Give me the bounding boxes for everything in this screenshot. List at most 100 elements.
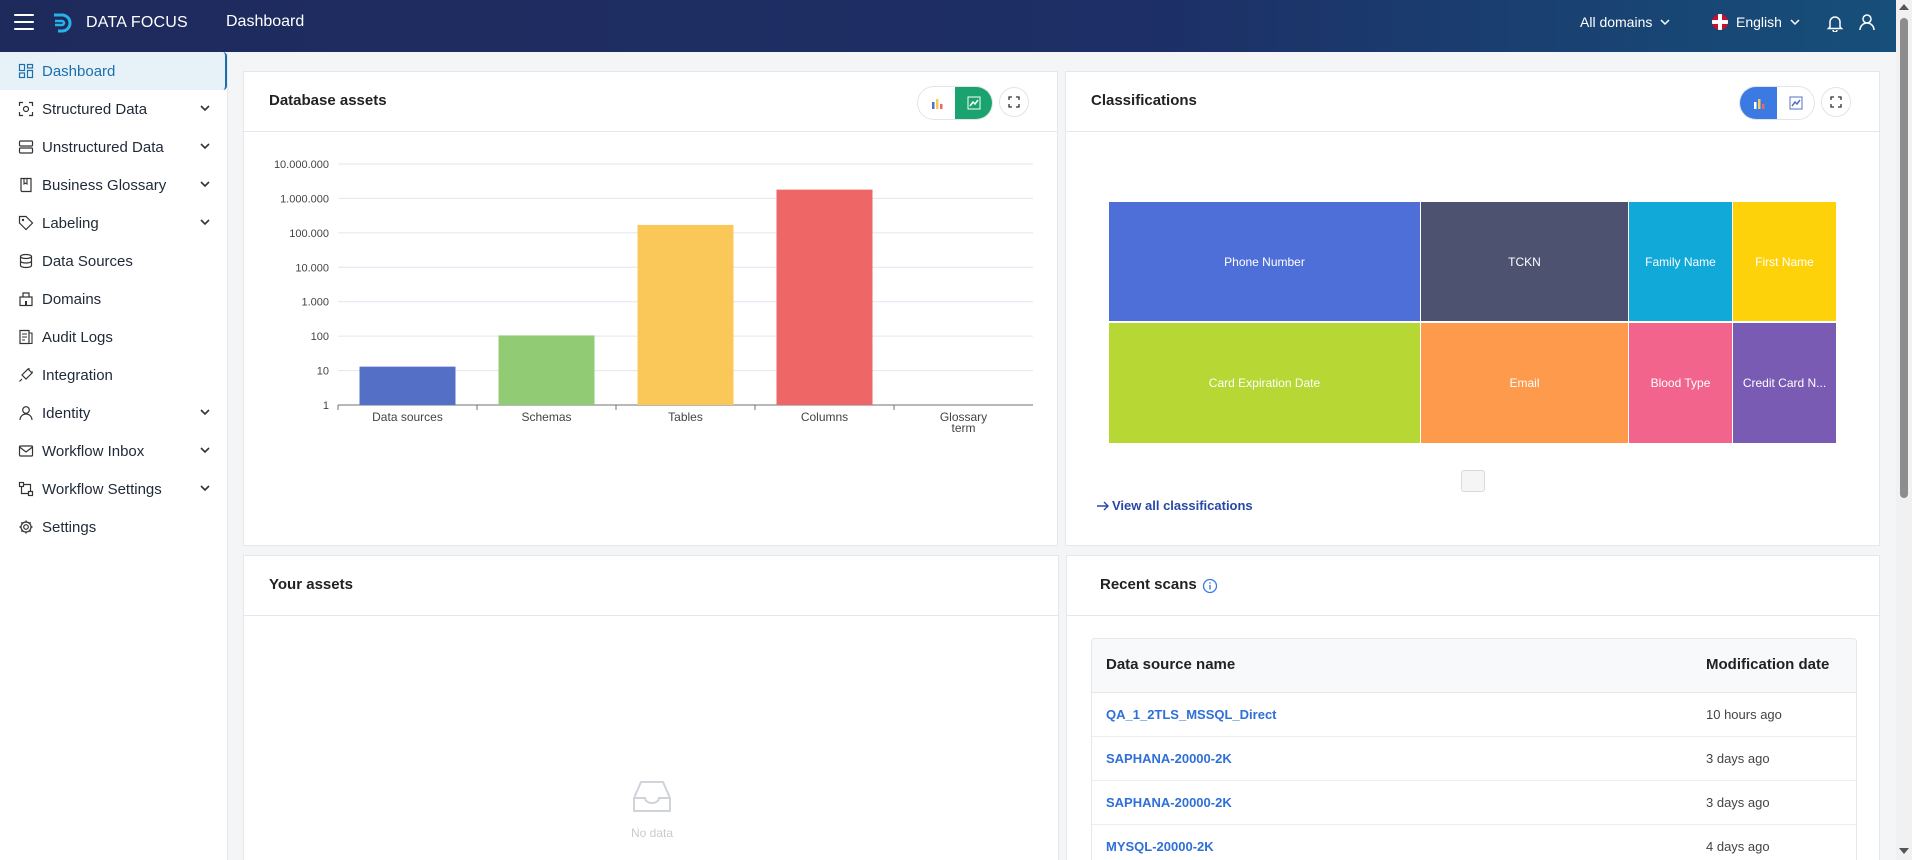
bar-chart-toggle[interactable] — [918, 87, 955, 119]
sidebar-item-labeling[interactable]: Labeling — [0, 204, 227, 242]
treemap-tile-family-name[interactable]: Family Name — [1629, 202, 1732, 321]
hamburger-menu-icon[interactable] — [14, 14, 34, 30]
treemap-tile-email[interactable]: Email — [1421, 323, 1628, 443]
bar-tables[interactable] — [637, 224, 734, 405]
sidebar-item-label: Integration — [42, 366, 113, 384]
treemap-tile-tckn[interactable]: TCKN — [1421, 202, 1628, 321]
bar-chart-icon — [1753, 99, 1764, 109]
view-all-classifications-link[interactable]: View all classifications — [1096, 498, 1253, 513]
column-header-date[interactable]: Modification date — [1706, 656, 1829, 673]
fullscreen-button[interactable] — [999, 87, 1029, 117]
sidebar-item-label: Data Sources — [42, 252, 133, 270]
dashboard-icon — [18, 63, 34, 79]
language-selector[interactable]: English — [1712, 14, 1800, 30]
chevron-down-icon[interactable] — [199, 216, 211, 228]
table-row: SAPHANA-20000-2K 3 days ago — [1092, 737, 1856, 781]
sidebar-item-business-glossary[interactable]: Business Glossary — [0, 166, 227, 204]
unstructured-data-icon — [18, 140, 34, 154]
line-chart-icon — [967, 96, 980, 110]
modification-date: 3 days ago — [1706, 795, 1770, 810]
empty-state-text: No data — [630, 826, 674, 840]
info-icon[interactable] — [1202, 578, 1218, 594]
user-icon — [19, 406, 33, 421]
data-source-link[interactable]: SAPHANA-20000-2K — [1106, 751, 1232, 766]
structured-data-icon — [18, 101, 34, 117]
chevron-down-icon[interactable] — [199, 406, 211, 418]
chevron-down-icon[interactable] — [199, 482, 211, 494]
sidebar-item-settings[interactable]: Settings — [0, 508, 227, 546]
sidebar-item-audit-logs[interactable]: Audit Logs — [0, 318, 227, 356]
database-assets-title: Database assets — [269, 92, 387, 109]
sidebar-item-data-sources[interactable]: Data Sources — [0, 242, 227, 280]
recent-scans-table: Data source name Modification date QA_1_… — [1091, 638, 1857, 860]
bar-columns[interactable] — [776, 189, 873, 405]
treemap-tile-blood-type[interactable]: Blood Type — [1629, 323, 1732, 443]
chevron-down-icon[interactable] — [199, 102, 211, 114]
line-chart-toggle[interactable] — [955, 87, 992, 119]
sidebar-item-label: Unstructured Data — [42, 138, 164, 156]
scroll-down-arrow[interactable] — [1899, 848, 1909, 854]
classifications-title: Classifications — [1091, 92, 1197, 109]
y-tick-label: 100 — [311, 331, 329, 343]
workflow-icon — [18, 481, 34, 497]
sidebar-item-workflow-settings[interactable]: Workflow Settings — [0, 470, 227, 508]
y-tick-label: 10 — [317, 366, 329, 378]
y-tick-label: 1.000 — [301, 297, 329, 309]
domain-selector-label: All domains — [1580, 14, 1653, 30]
data-source-link[interactable]: SAPHANA-20000-2K — [1106, 795, 1232, 810]
bar-schemas[interactable] — [498, 335, 595, 405]
sidebar-item-label: Workflow Inbox — [42, 442, 145, 460]
chart-type-toggle — [917, 86, 993, 120]
recent-scans-title: Recent scans — [1100, 576, 1197, 593]
treemap-tile-credit-card[interactable]: Credit Card N... — [1733, 323, 1836, 443]
building-icon — [19, 292, 33, 307]
sidebar-item-label: Identity — [42, 404, 91, 422]
chart-type-toggle — [1739, 86, 1815, 120]
treemap-tile-first-name[interactable]: First Name — [1733, 202, 1836, 321]
treemap-tile-card-expiration-date[interactable]: Card Expiration Date — [1109, 323, 1420, 443]
bar-data-sources[interactable] — [359, 366, 456, 405]
data-source-link[interactable]: MYSQL-20000-2K — [1106, 839, 1214, 854]
treemap-toggle[interactable] — [1740, 87, 1777, 119]
sidebar-item-structured-data[interactable]: Structured Data — [0, 90, 227, 128]
brand-name: DATA FOCUS — [86, 14, 188, 31]
x-tick-label: Data sources — [372, 410, 443, 424]
fullscreen-button[interactable] — [1821, 87, 1851, 117]
sidebar-item-workflow-inbox[interactable]: Workflow Inbox — [0, 432, 227, 470]
x-tick-label: Schemas — [521, 410, 571, 424]
line-chart-toggle[interactable] — [1777, 87, 1814, 119]
scroll-up-arrow[interactable] — [1899, 4, 1909, 10]
sidebar-item-label: Workflow Settings — [42, 480, 162, 498]
chevron-down-icon — [1660, 19, 1670, 26]
card-header: Database assets — [244, 72, 1057, 132]
bell-icon[interactable] — [1826, 14, 1844, 32]
chevron-down-icon[interactable] — [199, 140, 211, 152]
data-source-link[interactable]: QA_1_2TLS_MSSQL_Direct — [1106, 707, 1277, 722]
sidebar-item-domains[interactable]: Domains — [0, 280, 227, 318]
sidebar-item-dashboard[interactable]: Dashboard — [0, 52, 227, 90]
sidebar-item-identity[interactable]: Identity — [0, 394, 227, 432]
sidebar-item-unstructured-data[interactable]: Unstructured Data — [0, 128, 227, 166]
column-header-name[interactable]: Data source name — [1106, 656, 1235, 673]
x-tick-label: Columns — [801, 410, 848, 424]
y-tick-label: 1.000.000 — [280, 193, 329, 205]
view-all-label: View all classifications — [1112, 498, 1253, 513]
scrollbar-thumb[interactable] — [1900, 18, 1908, 498]
treemap-breadcrumb[interactable] — [1461, 470, 1485, 492]
database-assets-chart: 1 10 100 1.000 10.000 100.000 1.000.000 10.000.… — [274, 159, 1033, 435]
x-tick-label: Tables — [668, 410, 703, 424]
page-scrollbar[interactable] — [1896, 0, 1912, 860]
table-row: MYSQL-20000-2K 4 days ago — [1092, 825, 1856, 860]
sidebar: Dashboard Structured Data Unstructured Dat… — [0, 52, 228, 860]
user-icon[interactable] — [1858, 13, 1876, 31]
chevron-down-icon[interactable] — [199, 178, 211, 190]
sidebar-item-integration[interactable]: Integration — [0, 356, 227, 394]
table-header: Data source name Modification date — [1092, 639, 1856, 693]
card-header: Recent scans — [1067, 556, 1879, 616]
modification-date: 10 hours ago — [1706, 707, 1782, 722]
chevron-down-icon[interactable] — [199, 444, 211, 456]
treemap-tile-phone-number[interactable]: Phone Number — [1109, 202, 1420, 321]
domain-selector[interactable]: All domains — [1580, 14, 1670, 30]
sidebar-item-label: Labeling — [42, 214, 99, 232]
table-row: QA_1_2TLS_MSSQL_Direct 10 hours ago — [1092, 693, 1856, 737]
